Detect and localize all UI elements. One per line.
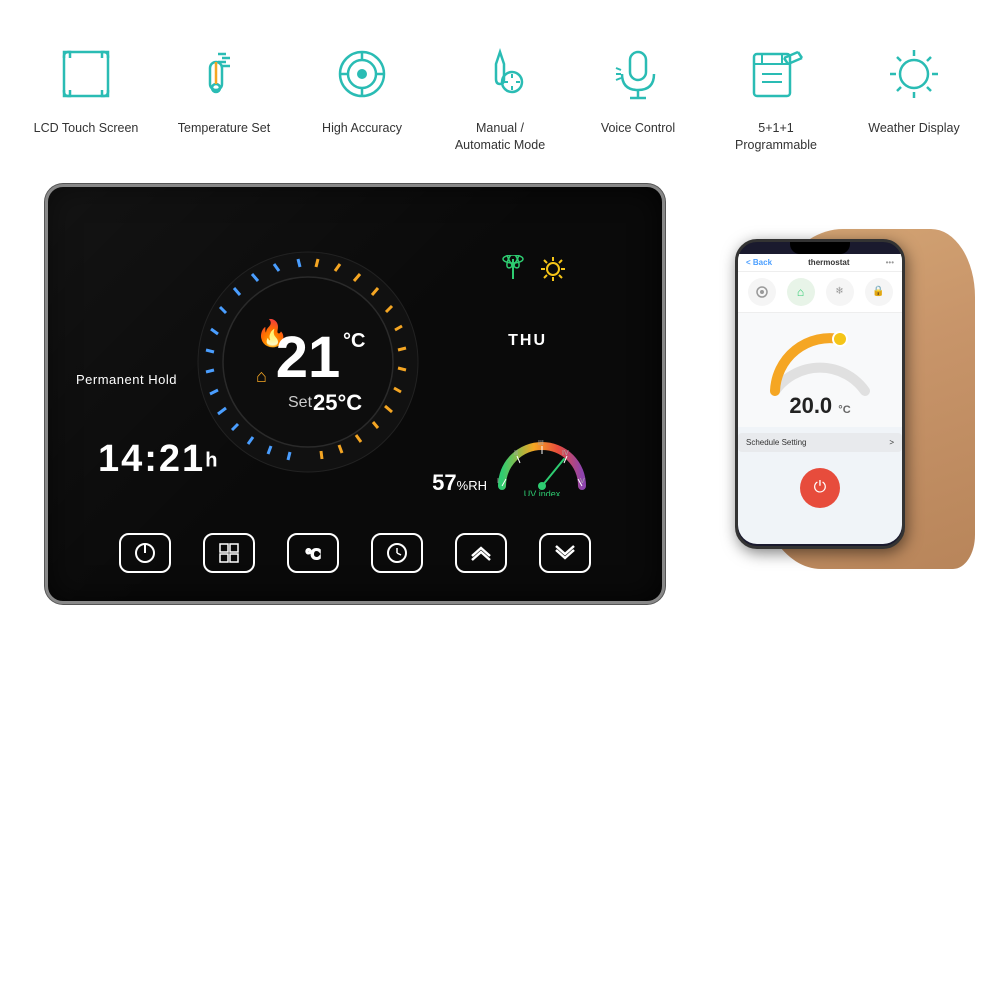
- svg-text:I: I: [497, 478, 499, 485]
- phone-snow-btn[interactable]: ❄: [826, 278, 854, 306]
- down-button[interactable]: [539, 533, 591, 573]
- feature-lcd: LCD Touch Screen: [31, 38, 141, 137]
- feature-programmable-label: 5+1+1Programmable: [735, 120, 817, 154]
- clock-button[interactable]: [371, 533, 423, 573]
- time-display: 14:21h: [98, 438, 219, 481]
- manual-icon: [464, 38, 536, 110]
- feature-manual: Manual /Automatic Mode: [445, 38, 555, 154]
- feature-voice-label: Voice Control: [601, 120, 675, 137]
- feature-weather-label: Weather Display: [868, 120, 959, 137]
- permanent-hold-label: Permanent Hold: [76, 372, 177, 387]
- up-button[interactable]: [455, 533, 507, 573]
- phone-device: < Back thermostat ••• ⌂ ❄: [735, 239, 905, 549]
- weather-icons-display: [495, 255, 567, 283]
- feature-weather: Weather Display: [859, 38, 969, 137]
- humidity-unit: %RH: [457, 478, 487, 493]
- weather-icon: [878, 38, 950, 110]
- schedule-button[interactable]: [203, 533, 255, 573]
- humidity-display: 57%RH: [432, 470, 487, 496]
- uv-label-text: UV index: [524, 489, 561, 496]
- feature-programmable: 5+1+1Programmable: [721, 38, 831, 154]
- uv-gauge: UV index I II III IV V: [492, 431, 592, 496]
- phone-title: thermostat: [808, 258, 849, 267]
- uv-gauge-svg: UV index I II III IV V: [492, 431, 592, 496]
- phone-temp-unit: °C: [838, 404, 850, 416]
- home-icon-text: ⌂: [256, 366, 267, 386]
- wind-icon: [495, 255, 531, 283]
- phone-icons-row: ⌂ ❄ 🔒: [738, 272, 902, 313]
- programmable-icon: [740, 38, 812, 110]
- feature-accuracy: High Accuracy: [307, 38, 417, 137]
- feature-voice: Voice Control: [583, 38, 693, 137]
- svg-text:V: V: [580, 478, 585, 485]
- current-temp-unit: °C: [343, 330, 365, 352]
- svg-text:IV: IV: [562, 450, 569, 457]
- mode-button[interactable]: ℃: [287, 533, 339, 573]
- phone-dial-area: 20.0 °C: [738, 313, 902, 427]
- phone-fan-btn[interactable]: [748, 278, 776, 306]
- temp-icon: [188, 38, 260, 110]
- day-label: THU: [508, 332, 547, 350]
- phone-temp-value: 20.0: [789, 393, 832, 418]
- feature-temp-label: Temperature Set: [178, 120, 270, 137]
- phone-menu-dots: •••: [886, 258, 894, 267]
- phone-home-btn[interactable]: ⌂: [787, 278, 815, 306]
- time-suffix: h: [205, 449, 219, 471]
- feature-temp: Temperature Set: [169, 38, 279, 137]
- phone-temp-display: 20.0 °C: [789, 393, 850, 419]
- svg-text:II: II: [514, 450, 518, 457]
- phone-notch: [790, 242, 850, 254]
- main-section: Permanent Hold THU: [0, 174, 1000, 604]
- features-row: LCD Touch Screen Temperature Set: [0, 0, 1000, 174]
- button-row: ℃: [48, 533, 662, 573]
- humidity-value: 57: [432, 470, 456, 495]
- phone-schedule-label: Schedule Setting: [746, 438, 807, 447]
- feature-manual-label: Manual /Automatic Mode: [455, 120, 545, 154]
- thermostat-device: Permanent Hold THU: [45, 184, 665, 604]
- svg-text:III: III: [538, 440, 544, 447]
- phone-screen: < Back thermostat ••• ⌂ ❄: [738, 254, 902, 544]
- phone-back-btn[interactable]: < Back: [746, 258, 772, 267]
- phone-schedule-arrow: >: [889, 438, 894, 447]
- lcd-icon: [50, 38, 122, 110]
- time-value: 14:21: [98, 438, 205, 480]
- feature-accuracy-label: High Accuracy: [322, 120, 402, 137]
- phone-container: < Back thermostat ••• ⌂ ❄: [685, 239, 955, 549]
- dial-svg: 🔥 ⌂ 21 °C Set 25°C: [188, 242, 428, 482]
- phone-dial-svg: [760, 321, 880, 401]
- dial-container: 🔥 ⌂ 21 °C Set 25°C: [188, 242, 428, 482]
- phone-header: < Back thermostat •••: [738, 254, 902, 272]
- phone-lock-btn[interactable]: 🔒: [865, 278, 893, 306]
- feature-lcd-label: LCD Touch Screen: [34, 120, 139, 137]
- svg-text:℃: ℃: [305, 546, 321, 562]
- voice-icon: [602, 38, 674, 110]
- set-temp-value: 25°C: [313, 390, 362, 415]
- phone-schedule-row[interactable]: Schedule Setting >: [738, 433, 902, 452]
- accuracy-icon: [326, 38, 398, 110]
- phone-power-button[interactable]: ⏻: [800, 468, 840, 508]
- power-button[interactable]: [119, 533, 171, 573]
- sun-display-icon: [539, 255, 567, 283]
- current-temp-value: 21: [276, 325, 341, 390]
- set-label-text: Set: [288, 394, 313, 411]
